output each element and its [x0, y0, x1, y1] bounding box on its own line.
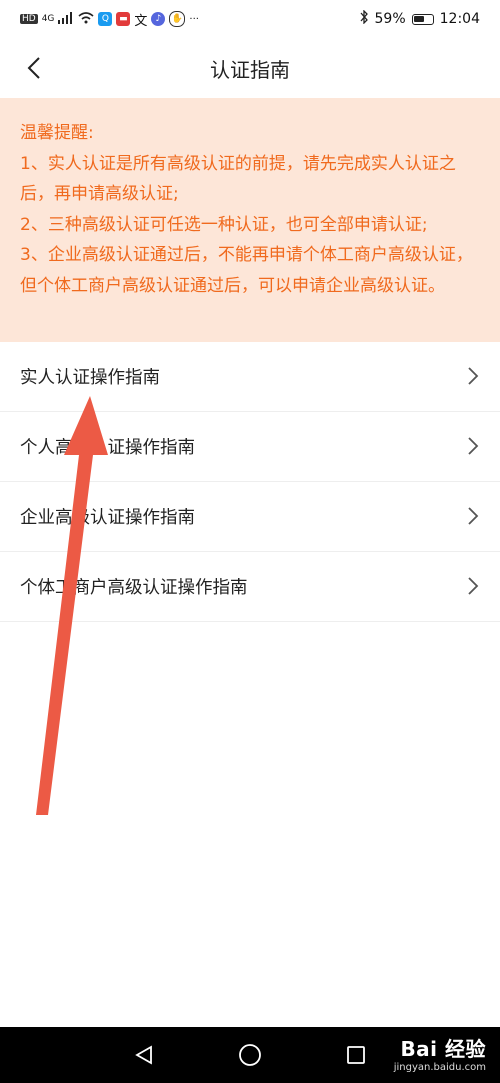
signal-icon	[58, 11, 74, 27]
wifi-icon	[78, 11, 94, 27]
menu-item-individual-business-guide[interactable]: 个体工商户高级认证操作指南	[0, 552, 500, 622]
triangle-back-icon	[135, 1045, 152, 1065]
nav-recents-button[interactable]	[342, 1041, 370, 1069]
menu-item-label: 个体工商户高级认证操作指南	[20, 578, 248, 598]
network-label: 4G	[41, 14, 55, 24]
menu-item-label: 实人认证操作指南	[20, 368, 160, 388]
status-bar: HD 4G Q ▬ 文 ♪ ✋ ··· 59% 12:04	[0, 0, 500, 38]
app-icon-red: ▬	[116, 12, 131, 26]
chevron-left-icon	[27, 57, 40, 79]
watermark-main: Bai 经验	[400, 1037, 486, 1061]
notice-line-3: 3、企业高级认证通过后，不能再申请个体工商户高级认证，但个体工商户高级认证通过后…	[20, 245, 473, 296]
guide-menu: 实人认证操作指南 个人高级认证操作指南 企业高级认证操作指南 个体工商户高级认证…	[0, 342, 500, 622]
clock: 12:04	[439, 11, 480, 27]
reminder-notice: 温馨提醒: 1、实人认证是所有高级认证的前提，请先完成实人认证之后，再申请高级认…	[0, 98, 500, 342]
chevron-right-icon	[468, 507, 479, 525]
chevron-right-icon	[468, 577, 479, 595]
page-title: 认证指南	[210, 57, 290, 82]
baidu-jingyan-watermark: Bai 经验 jingyan.baidu.com	[394, 1033, 486, 1073]
status-right: 59% 12:04	[359, 9, 480, 28]
nav-home-button[interactable]	[236, 1041, 264, 1069]
nav-back-button[interactable]	[130, 1041, 158, 1069]
watermark-sub: jingyan.baidu.com	[393, 1062, 486, 1073]
menu-item-label: 个人高级认证操作指南	[20, 438, 195, 458]
translate-icon: 文	[134, 13, 148, 29]
back-button[interactable]	[18, 52, 50, 84]
notice-heading: 温馨提醒:	[20, 123, 94, 143]
battery-percent: 59%	[374, 11, 406, 27]
menu-item-enterprise-advanced-guide[interactable]: 企业高级认证操作指南	[0, 482, 500, 552]
chevron-right-icon	[468, 367, 479, 385]
menu-item-personal-advanced-guide[interactable]: 个人高级认证操作指南	[0, 412, 500, 482]
app-icon-blue: Q	[98, 12, 113, 26]
status-left: HD 4G Q ▬ 文 ♪ ✋ ···	[20, 10, 199, 29]
chevron-right-icon	[468, 437, 479, 455]
app-icon-hand: ✋	[169, 11, 186, 27]
menu-item-real-person-guide[interactable]: 实人认证操作指南	[0, 342, 500, 412]
square-recents-icon	[347, 1046, 365, 1064]
bluetooth-icon	[359, 9, 369, 28]
circle-home-icon	[239, 1044, 261, 1066]
hd-tag: HD	[20, 14, 38, 24]
header-bar: 认证指南	[0, 38, 500, 98]
notice-line-2: 2、三种高级认证可任选一种认证，也可全部申请认证;	[20, 214, 428, 235]
menu-item-label: 企业高级认证操作指南	[20, 508, 195, 528]
battery-icon	[411, 13, 434, 25]
notice-line-1: 1、实人认证是所有高级认证的前提，请先完成实人认证之后，再申请高级认证;	[20, 153, 456, 205]
system-nav-bar: Bai 经验 jingyan.baidu.com	[0, 1027, 500, 1083]
more-icon: ···	[189, 13, 199, 25]
app-icon-music: ♪	[151, 12, 166, 26]
